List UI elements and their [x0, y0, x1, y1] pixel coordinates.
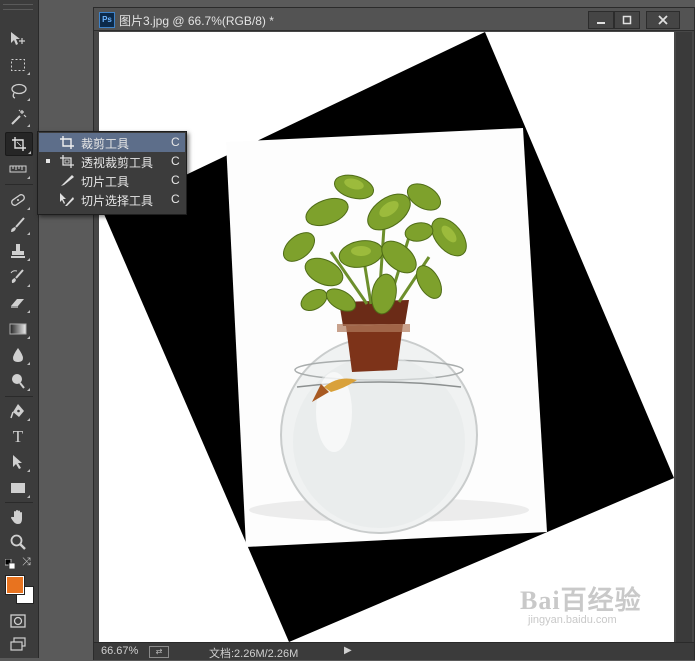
lasso-tool-icon[interactable]	[5, 80, 31, 102]
quick-mask-icon[interactable]	[5, 610, 31, 632]
flyout-item-crop-tool[interactable]: 裁剪工具 C	[39, 133, 185, 152]
baidu-jingyan-watermark: Bai百经验 jingyan.baidu.com	[520, 580, 642, 626]
vertical-scrollbar[interactable]	[676, 32, 692, 642]
rotated-photo	[104, 32, 674, 642]
current-tool-marker	[46, 159, 50, 163]
screen-mode-icon[interactable]	[5, 633, 31, 655]
close-icon	[658, 15, 668, 25]
crop-tool-flyout: 裁剪工具 C 透视裁剪工具 C 切片工具 C 切片选择工具 C	[37, 131, 187, 215]
path-select-icon[interactable]	[5, 451, 31, 473]
image-canvas[interactable]	[99, 32, 674, 642]
toolbar-divider	[5, 502, 33, 503]
type-icon[interactable]: T	[5, 425, 31, 447]
watermark-logo-text: Bai百经验	[520, 586, 642, 615]
document-titlebar[interactable]: Ps 图片3.jpg @ 66.7%(RGB/8) *	[94, 8, 694, 31]
minimize-button[interactable]	[588, 11, 614, 29]
flyout-item-label: 裁剪工具	[81, 137, 130, 151]
pen-icon[interactable]	[5, 400, 31, 422]
restore-button[interactable]	[614, 11, 640, 29]
toolbar-divider	[5, 396, 33, 397]
dodge-icon[interactable]	[5, 370, 31, 392]
crop-tool-icon[interactable]	[5, 132, 33, 156]
perspective-crop-icon	[60, 155, 74, 168]
flyout-item-shortcut: C	[171, 173, 180, 187]
flyout-item-perspective-crop[interactable]: 透视裁剪工具 C	[39, 152, 185, 171]
flyout-item-slice-select-tool[interactable]: 切片选择工具 C	[39, 190, 185, 209]
tools-panel: T ⤨	[0, 0, 39, 658]
hand-icon[interactable]	[5, 506, 31, 528]
flyout-item-shortcut: C	[171, 135, 180, 149]
swap-colors-icon[interactable]: ⤨	[22, 556, 31, 569]
status-bar: 66.67% ⇄ 文档:2.26M/2.26M ▶	[94, 642, 694, 660]
close-button[interactable]	[646, 11, 680, 29]
flyout-item-label: 切片工具	[81, 175, 130, 189]
flyout-item-shortcut: C	[171, 192, 180, 206]
panel-grip[interactable]	[3, 4, 33, 10]
rectangle-shape-icon[interactable]	[5, 477, 31, 499]
zoom-level[interactable]: 66.67%	[101, 645, 138, 657]
flyout-item-label: 切片选择工具	[81, 194, 154, 208]
default-colors-icon[interactable]	[4, 558, 16, 570]
marquee-tool-icon[interactable]	[5, 54, 31, 76]
magic-wand-tool-icon[interactable]	[5, 106, 31, 128]
restore-icon	[622, 15, 632, 25]
foreground-color-swatch[interactable]	[5, 575, 25, 595]
status-menu-arrow-icon[interactable]: ▶	[344, 645, 352, 656]
gradient-icon[interactable]	[5, 318, 31, 340]
flyout-item-shortcut: C	[171, 154, 180, 168]
status-info-icon[interactable]: ⇄	[149, 646, 169, 658]
toolbar-divider	[5, 184, 33, 185]
ruler-tool-icon[interactable]	[5, 158, 31, 180]
eraser-icon[interactable]	[5, 292, 31, 314]
history-brush-icon[interactable]	[5, 266, 31, 288]
document-size: 文档:2.26M/2.26M	[209, 648, 299, 660]
slice-icon	[61, 175, 74, 186]
brush-icon[interactable]	[5, 214, 31, 236]
flyout-item-label: 透视裁剪工具	[81, 156, 154, 170]
zoom-icon[interactable]	[5, 531, 31, 553]
minimize-icon	[597, 22, 605, 24]
slice-select-icon	[60, 193, 74, 206]
healing-brush-icon[interactable]	[5, 189, 31, 211]
document-window: Ps 图片3.jpg @ 66.7%(RGB/8) * 66.67% ⇄ 文档:…	[93, 7, 695, 660]
document-title: 图片3.jpg @ 66.7%(RGB/8) *	[119, 14, 274, 28]
move-tool-icon[interactable]	[5, 28, 31, 50]
flyout-item-slice-tool[interactable]: 切片工具 C	[39, 171, 185, 190]
crop-icon	[60, 136, 74, 149]
blur-drop-icon[interactable]	[5, 344, 31, 366]
clone-stamp-icon[interactable]	[5, 240, 31, 262]
photoshop-app-icon: Ps	[99, 12, 115, 28]
